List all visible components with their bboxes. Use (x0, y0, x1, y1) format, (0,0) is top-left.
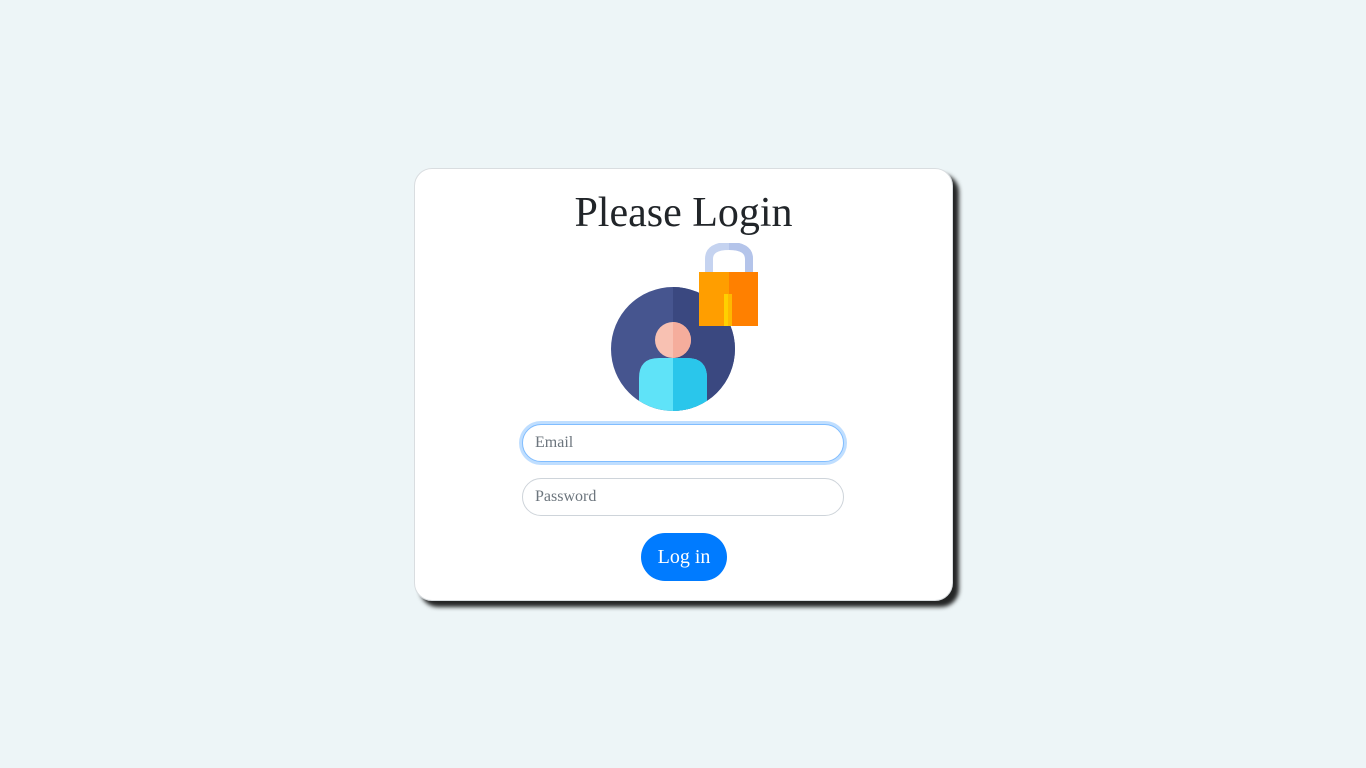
user-lock-icon (611, 243, 758, 411)
password-field[interactable] (522, 478, 844, 516)
login-button[interactable]: Log in (641, 533, 727, 581)
lock-icon (699, 243, 758, 326)
email-field[interactable] (522, 424, 844, 462)
page-title: Please Login (574, 190, 793, 236)
login-card: Please Login Log in (414, 168, 953, 601)
